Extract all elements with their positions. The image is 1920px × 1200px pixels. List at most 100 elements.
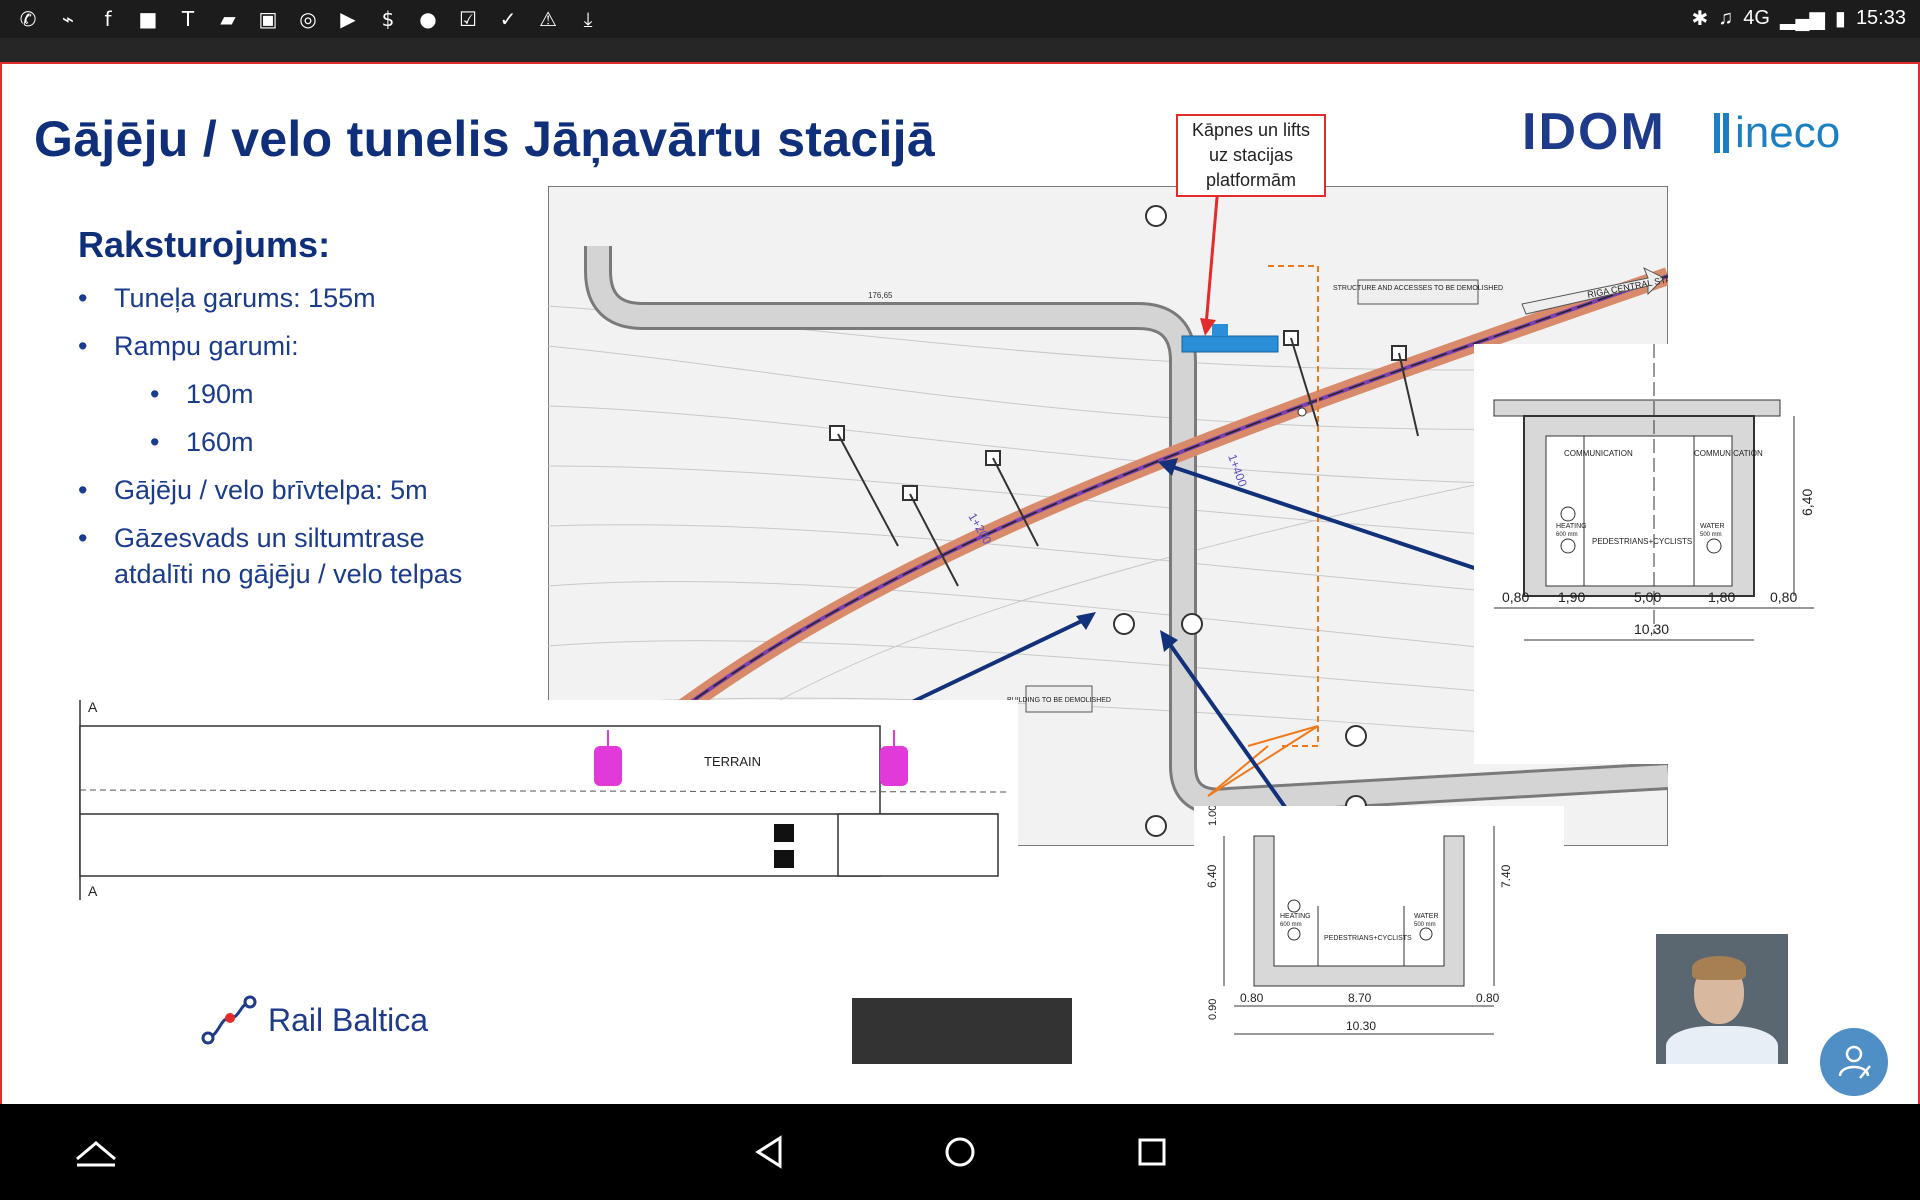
back-button[interactable]	[740, 1122, 800, 1182]
dim-5: 0,80	[1770, 589, 1797, 605]
clock: 15:33	[1855, 7, 1906, 29]
label-building-demolish: BUILDING TO BE DEMOLISHED	[1007, 697, 1111, 704]
dim-small-height-right: 7.40	[1499, 864, 1513, 888]
participants-fab[interactable]	[1820, 1028, 1888, 1096]
bluetooth-icon: ✱	[1691, 8, 1709, 30]
check-calendar-icon: ☑	[459, 7, 477, 31]
bullet-utilities: Gāzesvads un siltumtrase atdalīti no gāj…	[78, 520, 478, 592]
rail-baltica-mark	[201, 995, 257, 1045]
heating-label-small: HEATING	[1280, 913, 1311, 920]
speaker-name: Rihards Ieviņš	[36, 1080, 151, 1100]
headset-icon: ♫	[1718, 7, 1734, 29]
water-label-small: WATER	[1414, 913, 1439, 920]
chevron-up-icon	[76, 1141, 116, 1167]
bullet-clearance: Gājēju / velo brīvtelpa: 5m	[78, 472, 478, 508]
section-a-top: A	[88, 700, 98, 715]
bullet-tunnel-length: Tuneļa garums: 155m	[78, 280, 478, 316]
notification-icons: ✆ ⌁ f ■ T ▰ ▣ ◎ ▶ $ ● ☑ ✓ ⚠ ⤓	[14, 5, 602, 33]
slide-title: Gājēju / velo tunelis Jāņavārtu stacijā	[34, 111, 935, 167]
home-button[interactable]	[930, 1122, 990, 1182]
presentation-slide: Gājēju / velo tunelis Jāņavārtu stacijā …	[0, 62, 1920, 1104]
dim-height: 6,40	[1799, 489, 1815, 516]
expand-button[interactable]	[66, 1122, 126, 1182]
dim-small-top: 1.00	[1207, 806, 1219, 826]
back-icon	[755, 1135, 782, 1169]
participant-video[interactable]	[1656, 934, 1788, 1064]
recents-icon	[1138, 1138, 1166, 1166]
water-size-large: 500 mm	[1700, 532, 1722, 538]
comm-left-label: COMMUNICATION	[1564, 449, 1633, 458]
ineco-logo-mark	[1714, 113, 1729, 153]
dim-small-2: 8.70	[1348, 991, 1372, 1005]
bullet-ramp-2: 160m	[78, 424, 478, 460]
chat-icon: ▰	[220, 7, 236, 31]
rail-baltica-logo: Rail Baltica	[200, 994, 428, 1046]
dim-small-height-left: 6.40	[1205, 864, 1219, 888]
callout-line-2: uz stacijas	[1208, 145, 1294, 165]
dim-2: 1,90	[1558, 589, 1585, 605]
chrome-icon: ◎	[299, 7, 317, 31]
check-icon: ✓	[499, 7, 517, 31]
callout-line-1: Kāpnes un lifts	[1191, 120, 1311, 140]
participant-hair	[1692, 956, 1746, 980]
slide-dark-box	[852, 998, 1072, 1064]
water-label-large: WATER	[1700, 523, 1725, 530]
comm-right-label: COMMUNICATION	[1694, 449, 1763, 458]
water-size-small: 500 mm	[1414, 922, 1436, 928]
participant-shirt	[1666, 1026, 1778, 1064]
image-icon: ▣	[258, 7, 278, 31]
network-icon: ⌁	[61, 7, 75, 31]
dim-total: 10,30	[1634, 621, 1669, 637]
longitudinal-profile: A A TERRAIN	[68, 700, 1018, 900]
home-icon	[945, 1137, 975, 1167]
youtube-icon: ▶	[340, 7, 356, 31]
heating-label-large: HEATING	[1556, 523, 1587, 530]
tunnel-cross-section-large: COMMUNICATION COMMUNICATION HEATING 600 …	[1474, 344, 1914, 764]
characteristics-list: Tuneļa garums: 155m Rampu garumi: 190m 1…	[78, 280, 478, 592]
bullet-ramp-1: 190m	[78, 376, 478, 412]
system-status: ✱ ♫ 4G ▂▄▆ ▮ 15:33	[1692, 6, 1906, 31]
dollar-icon: $	[381, 7, 395, 31]
phone-icon: ✆	[19, 7, 37, 31]
circle-icon: ●	[419, 7, 437, 31]
network-type: 4G	[1743, 7, 1770, 29]
label-structure-demolish: STRUCTURE AND ACCESSES TO BE DEMOLISHED	[1333, 285, 1503, 292]
dim-1: 0,80	[1502, 589, 1529, 605]
dim-3: 5,00	[1634, 589, 1661, 605]
dim-small-3: 0.80	[1476, 991, 1500, 1005]
bullet-ramp-lengths: Rampu garumi:	[78, 328, 478, 364]
navigation-bar	[0, 1104, 1920, 1200]
label-length-top: 176,65	[868, 291, 893, 300]
terrain-label: TERRAIN	[704, 754, 761, 769]
heating-size-small: 600 mm	[1280, 922, 1302, 928]
cursor-icon	[1297, 407, 1307, 417]
facebook-icon: f	[104, 7, 112, 31]
dim-small-1: 0.80	[1240, 991, 1264, 1005]
ineco-logo: ineco	[1714, 108, 1840, 158]
app-top-bar	[0, 38, 1920, 62]
battery-icon: ▮	[1834, 8, 1846, 30]
square-icon: ■	[138, 7, 158, 31]
recents-button[interactable]	[1122, 1122, 1182, 1182]
tunnel-cross-section-small: HEATING 600 mm WATER 500 mm PEDESTRIANS+…	[1194, 806, 1564, 1066]
signal-icon: ▂▄▆	[1779, 8, 1825, 30]
heating-size-large: 600 mm	[1556, 532, 1578, 538]
characteristics-heading: Raksturojums:	[78, 224, 331, 265]
person-icon	[1838, 1045, 1871, 1079]
ineco-logo-text: ineco	[1735, 108, 1841, 157]
download-icon: ⤓	[583, 7, 593, 31]
idom-logo: IDOM	[1522, 103, 1666, 161]
pedestrians-label-small: PEDESTRIANS+CYCLISTS	[1324, 935, 1412, 942]
callout-line-3: platformām	[1205, 170, 1297, 190]
pedestrians-label-large: PEDESTRIANS+CYCLISTS	[1592, 537, 1692, 546]
characteristics-panel: Raksturojums: Tuneļa garums: 155m Rampu …	[78, 224, 478, 604]
dim-4: 1,80	[1708, 589, 1735, 605]
warning-icon: ⚠	[539, 7, 557, 31]
teams-icon: T	[181, 7, 195, 31]
rail-baltica-text: Rail Baltica	[268, 1001, 429, 1038]
dim-small-bottom: 0.90	[1207, 999, 1219, 1020]
section-a-bottom: A	[88, 883, 98, 899]
dim-small-total: 10.30	[1346, 1019, 1376, 1033]
status-bar: ✆ ⌁ f ■ T ▰ ▣ ◎ ▶ $ ● ☑ ✓ ⚠ ⤓ ✱ ♫ 4G ▂▄▆…	[0, 0, 1920, 38]
stairs-lift-callout: Kāpnes un lifts uz stacijas platformām	[1176, 114, 1326, 197]
